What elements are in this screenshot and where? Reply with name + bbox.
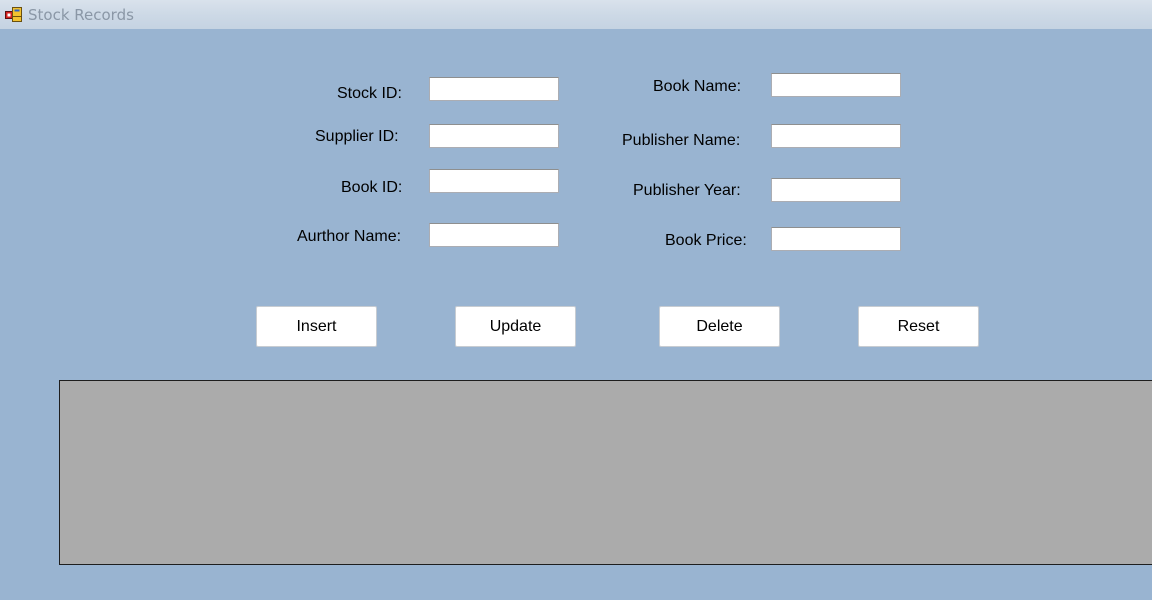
book-name-label: Book Name:: [653, 78, 742, 95]
book-name-input[interactable]: [771, 73, 901, 97]
book-id-label: Book ID:: [341, 179, 403, 196]
book-id-input[interactable]: [429, 169, 559, 193]
supplier-id-label: Supplier ID:: [315, 128, 399, 145]
stock-id-input[interactable]: [429, 77, 559, 101]
update-button[interactable]: Update: [455, 306, 576, 347]
book-price-label: Book Price:: [665, 232, 747, 249]
author-name-input[interactable]: [429, 223, 559, 247]
delete-button[interactable]: Delete: [659, 306, 780, 347]
book-price-input[interactable]: [771, 227, 901, 251]
publisher-year-label: Publisher Year:: [633, 182, 741, 199]
stock-records-window: Stock Records Stock ID: Supplier ID: Boo…: [0, 0, 1152, 600]
insert-button[interactable]: Insert: [256, 306, 377, 347]
title-bar[interactable]: Stock Records: [0, 0, 1152, 29]
stock-records-data-grid[interactable]: [59, 380, 1152, 565]
window-title: Stock Records: [28, 6, 134, 24]
author-name-label: Aurthor Name:: [297, 228, 402, 245]
reset-button[interactable]: Reset: [858, 306, 979, 347]
publisher-year-input[interactable]: [771, 178, 901, 202]
publisher-name-input[interactable]: [771, 124, 901, 148]
app-icon[interactable]: [5, 7, 22, 22]
publisher-name-label: Publisher Name:: [622, 132, 741, 149]
stock-id-label: Stock ID:: [337, 85, 402, 102]
supplier-id-input[interactable]: [429, 124, 559, 148]
